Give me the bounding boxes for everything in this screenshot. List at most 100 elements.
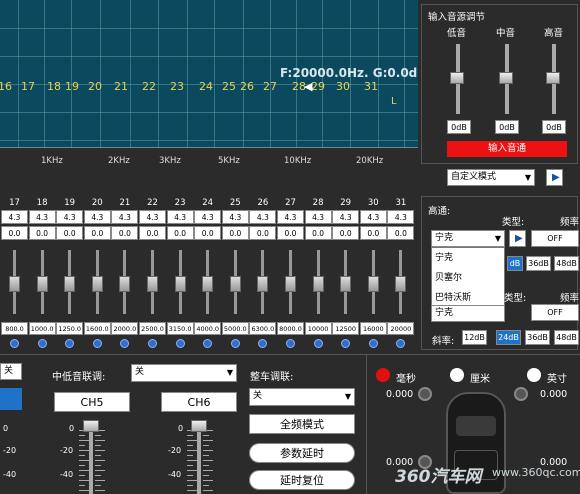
unit-ms-radio[interactable] bbox=[376, 368, 390, 382]
band-select-dot[interactable] bbox=[313, 339, 323, 348]
ch5-fader-thumb[interactable] bbox=[83, 420, 99, 432]
band-freq-field[interactable]: 6300.0 bbox=[249, 322, 277, 335]
band-slider-thumb[interactable] bbox=[285, 276, 296, 292]
band-select-dot[interactable] bbox=[37, 339, 47, 348]
unit-inch-radio[interactable] bbox=[527, 368, 541, 382]
band-q-field[interactable]: 0.0 bbox=[332, 226, 360, 240]
unit-cm-radio[interactable] bbox=[450, 368, 464, 382]
band-q-field[interactable]: 0.0 bbox=[221, 226, 249, 240]
band-freq-field[interactable]: 2000.0 bbox=[111, 322, 139, 335]
band-select-dot[interactable] bbox=[10, 339, 19, 348]
ch6-label[interactable]: CH6 bbox=[161, 392, 237, 412]
band-gain-field[interactable]: 4.3 bbox=[249, 210, 277, 224]
band-gain-field[interactable]: 4.3 bbox=[111, 210, 139, 224]
filter-option[interactable]: 宁克 bbox=[432, 248, 504, 268]
midlow-link-select[interactable]: 关 ▼ bbox=[131, 364, 237, 382]
eq-cursor-icon[interactable]: ◀ bbox=[304, 80, 312, 93]
mode-apply-button[interactable]: ▶ bbox=[546, 169, 563, 186]
bass-slider-thumb[interactable] bbox=[450, 72, 464, 84]
slope-button[interactable]: 36dB bbox=[526, 256, 551, 271]
band-slider-thumb[interactable] bbox=[257, 276, 269, 292]
eq-graph[interactable]: 16 17 18 19 20 21 22 23 24 25 26 27 28 29 30 31 F:20000… bbox=[0, 0, 418, 148]
band-freq-field[interactable]: 5000.0 bbox=[221, 322, 249, 335]
band-q-field[interactable]: 0.0 bbox=[166, 226, 194, 240]
band-gain-field[interactable]: 4.3 bbox=[277, 210, 304, 224]
band-freq-field[interactable]: 16000 bbox=[359, 322, 387, 335]
band-slider-thumb[interactable] bbox=[312, 276, 324, 292]
filter-type-select[interactable]: 宁克 ▼ bbox=[431, 230, 505, 247]
band-gain-field[interactable]: 4.3 bbox=[304, 210, 332, 224]
band-gain-field[interactable]: 4.3 bbox=[83, 210, 111, 224]
band-gain-field[interactable]: 4.3 bbox=[332, 210, 360, 224]
full-range-mode-button[interactable]: 全频模式 bbox=[249, 414, 355, 434]
mid-value[interactable]: 0dB bbox=[495, 120, 519, 134]
band-freq-field[interactable]: 1600.0 bbox=[83, 322, 111, 335]
band-q-field[interactable]: 0.0 bbox=[359, 226, 387, 240]
filter-option[interactable]: 贝塞尔 bbox=[432, 268, 504, 288]
band-q-field[interactable]: 0.0 bbox=[387, 226, 415, 240]
slope-button[interactable]: 24dB bbox=[496, 330, 521, 345]
band-slider-thumb[interactable] bbox=[36, 276, 48, 292]
band-freq-field[interactable]: 1000.0 bbox=[28, 322, 56, 335]
delay-front-right[interactable]: 0.000 bbox=[540, 389, 567, 400]
band-gain-field[interactable]: 4.3 bbox=[387, 210, 415, 224]
band-gain-field[interactable]: 4.3 bbox=[139, 210, 166, 224]
input-channel-button[interactable]: 输入音通 bbox=[447, 141, 567, 157]
band-gain-field[interactable]: 4.3 bbox=[166, 210, 194, 224]
band-freq-field[interactable]: 10000 bbox=[304, 322, 332, 335]
lowpass-freq-value[interactable]: OFF bbox=[531, 304, 579, 321]
band-select-dot[interactable] bbox=[341, 339, 351, 348]
treble-slider-thumb[interactable] bbox=[546, 72, 560, 84]
band-q-field[interactable]: 0.0 bbox=[139, 226, 166, 240]
band-q-field[interactable]: 0.0 bbox=[83, 226, 111, 240]
lowpass-type-select[interactable]: 宁克 bbox=[431, 305, 505, 322]
band-slider-thumb[interactable] bbox=[147, 276, 158, 292]
param-delay-button[interactable]: 参数延时 bbox=[249, 443, 355, 463]
band-gain-field[interactable]: 4.3 bbox=[56, 210, 84, 224]
band-gain-field[interactable]: 4.3 bbox=[359, 210, 387, 224]
band-select-dot[interactable] bbox=[175, 339, 185, 348]
band-slider-thumb[interactable] bbox=[91, 276, 103, 292]
band-slider-thumb[interactable] bbox=[119, 276, 131, 292]
band-q-field[interactable]: 0.0 bbox=[277, 226, 304, 240]
band-freq-field[interactable]: 4000.0 bbox=[194, 322, 222, 335]
band-select-dot[interactable] bbox=[286, 339, 295, 348]
band-q-field[interactable]: 0.0 bbox=[304, 226, 332, 240]
mode-select[interactable]: 自定义模式 ▼ bbox=[447, 169, 535, 186]
band-freq-field[interactable]: 2500.0 bbox=[139, 322, 166, 335]
band-freq-field[interactable]: 3150.0 bbox=[166, 322, 194, 335]
car-link-select[interactable]: 关 ▼ bbox=[249, 388, 355, 406]
band-select-dot[interactable] bbox=[92, 339, 102, 348]
band-q-field[interactable]: 0.0 bbox=[28, 226, 56, 240]
ch5-label[interactable]: CH5 bbox=[54, 392, 130, 412]
band-gain-field[interactable]: 4.3 bbox=[28, 210, 56, 224]
band-select-dot[interactable] bbox=[230, 339, 240, 348]
band-gain-field[interactable]: 4.3 bbox=[1, 210, 28, 224]
band-freq-field[interactable]: 800.0 bbox=[1, 322, 28, 335]
band-q-field[interactable]: 0.0 bbox=[194, 226, 222, 240]
slope-button[interactable]: 36dB bbox=[525, 330, 550, 345]
band-slider-thumb[interactable] bbox=[340, 276, 352, 292]
band-freq-field[interactable]: 20000 bbox=[387, 322, 415, 335]
slope-button[interactable]: 12dB bbox=[462, 330, 487, 345]
band-slider-thumb[interactable] bbox=[395, 276, 407, 292]
highpass-freq-value[interactable]: OFF bbox=[531, 230, 579, 247]
band-slider-thumb[interactable] bbox=[64, 276, 76, 292]
band-select-dot[interactable] bbox=[120, 339, 130, 348]
band-select-dot[interactable] bbox=[368, 339, 378, 348]
left-channel-button[interactable] bbox=[0, 388, 22, 410]
band-slider-thumb[interactable] bbox=[367, 276, 379, 292]
band-q-field[interactable]: 0.0 bbox=[249, 226, 277, 240]
band-freq-field[interactable]: 1250.0 bbox=[56, 322, 84, 335]
ch6-fader-thumb[interactable] bbox=[191, 420, 207, 432]
band-q-field[interactable]: 0.0 bbox=[1, 226, 28, 240]
band-select-dot[interactable] bbox=[396, 339, 406, 348]
band-q-field[interactable]: 0.0 bbox=[56, 226, 84, 240]
band-freq-field[interactable]: 8000.0 bbox=[277, 322, 304, 335]
band-slider-thumb[interactable] bbox=[9, 276, 20, 292]
delay-reset-button[interactable]: 延时复位 bbox=[249, 470, 355, 490]
left-select[interactable]: 关 bbox=[0, 363, 22, 380]
band-freq-field[interactable]: 12500 bbox=[332, 322, 360, 335]
slope-button[interactable]: 48dB bbox=[554, 256, 579, 271]
slope-button[interactable]: dB bbox=[507, 256, 523, 271]
